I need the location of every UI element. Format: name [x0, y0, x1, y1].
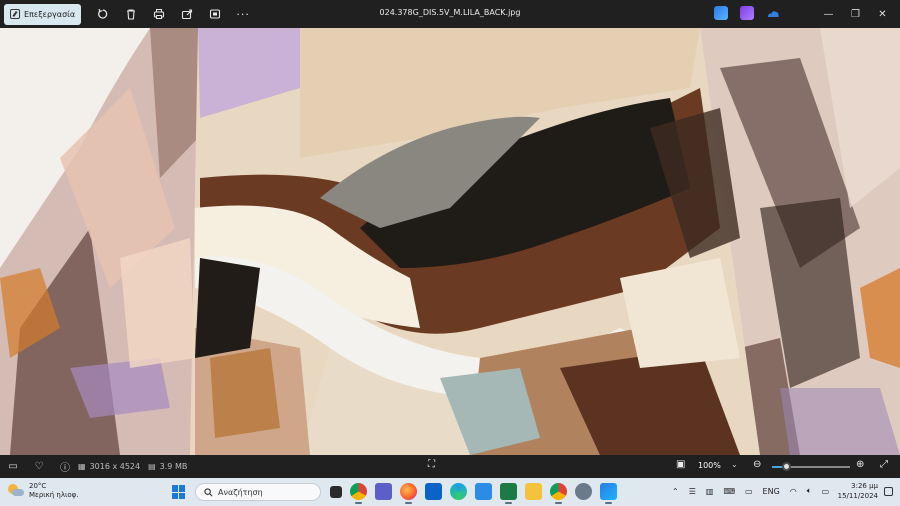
clipchamp-icon[interactable]	[740, 6, 754, 20]
photos-app-icon[interactable]	[600, 483, 617, 504]
share-icon[interactable]	[173, 0, 201, 28]
file-size: ▤ 3.9 MB	[148, 462, 187, 471]
taskbar-apps	[330, 483, 617, 504]
file-size-icon: ▤	[148, 462, 156, 471]
time: 3:26 μμ	[851, 482, 878, 490]
teams-icon[interactable]	[375, 483, 392, 500]
excel-icon[interactable]	[500, 483, 517, 504]
favorite-icon[interactable]: ♡	[26, 455, 52, 478]
device-icon[interactable]: ▥	[706, 487, 714, 496]
slideshow-icon[interactable]	[201, 0, 229, 28]
search-placeholder: Αναζήτηση	[218, 487, 263, 497]
onedrive-icon[interactable]	[766, 6, 780, 20]
image-dimensions: ▦ 3016 x 4524	[78, 462, 140, 471]
minimize-button[interactable]: —	[815, 0, 842, 28]
battery-icon[interactable]: ▭	[822, 487, 830, 496]
info-icon[interactable]: ⓘ	[52, 455, 78, 478]
wifi-icon[interactable]: ◠	[790, 487, 797, 496]
chrome-profile-icon[interactable]	[550, 483, 567, 504]
file-size-label: 3.9 MB	[159, 462, 188, 471]
delete-icon[interactable]	[117, 0, 145, 28]
firefox-icon[interactable]	[400, 483, 417, 504]
display-icon[interactable]: ▭	[745, 487, 753, 496]
windows-start-icon[interactable]	[172, 485, 186, 499]
notification-icon[interactable]	[884, 487, 893, 496]
system-tray: ⌃ ☰ ▥ ⌨ ▭ ENG ◠ 🔈︎ ▭	[672, 486, 829, 496]
taskbar: 20°C Μερική ηλιοφ. Αναζήτηση ⌃ ☰ ▥ ⌨ ▭ E…	[0, 478, 900, 506]
partly-sunny-icon	[8, 483, 24, 499]
file-explorer-icon[interactable]	[525, 483, 542, 500]
temperature: 20°C	[29, 482, 47, 490]
weather-condition: Μερική ηλιοφ.	[29, 491, 79, 499]
clock[interactable]: 3:26 μμ 15/11/2024	[834, 481, 878, 501]
photos-app-window: Επεξεργασία ··· 024.378G_DIS.5V_M.LILA_B…	[0, 0, 900, 506]
editor-app-icon[interactable]	[714, 6, 728, 20]
weather-widget[interactable]: 20°C Μερική ηλιοφ.	[8, 482, 79, 500]
window-title: 024.378G_DIS.5V_M.LILA_BACK.jpg	[379, 8, 521, 17]
zoom-slider[interactable]	[772, 462, 850, 471]
image-canvas[interactable]	[0, 28, 900, 455]
dimensions-label: 3016 x 4524	[89, 462, 141, 471]
zoom-in-icon[interactable]: ⊕	[856, 459, 864, 470]
more-icon[interactable]: ···	[229, 0, 257, 28]
keyboard-icon[interactable]: ⌨	[723, 487, 735, 496]
center-view-icon[interactable]: ⛶	[428, 459, 435, 470]
fullscreen-icon[interactable]: ⤢	[880, 459, 888, 470]
print-icon[interactable]	[145, 0, 173, 28]
close-button[interactable]: ✕	[869, 0, 896, 28]
edit-icon	[10, 9, 20, 19]
fit-to-window-icon[interactable]: ▣	[676, 459, 685, 470]
language-indicator[interactable]: ENG	[763, 487, 780, 496]
rotate-icon[interactable]	[89, 0, 117, 28]
store-icon[interactable]	[475, 483, 492, 500]
zoom-slider-handle[interactable]	[782, 462, 792, 471]
edge-icon[interactable]	[450, 483, 467, 500]
chrome-icon[interactable]	[350, 483, 367, 504]
zoom-level[interactable]: 100%	[698, 461, 721, 470]
outlook-icon[interactable]	[425, 483, 442, 500]
dimensions-icon: ▦	[78, 462, 86, 471]
search-icon	[204, 487, 213, 496]
chevron-down-icon[interactable]: ⌄	[731, 460, 738, 469]
restore-button[interactable]: ❐	[842, 0, 869, 28]
settings-icon[interactable]	[575, 483, 592, 500]
task-view-icon[interactable]	[330, 486, 342, 498]
volume-icon[interactable]: 🔈︎	[807, 486, 812, 496]
sliders-icon[interactable]: ☰	[689, 487, 696, 496]
status-bar: ▭ ♡ ⓘ ▦ 3016 x 4524 ▤ 3.9 MB ⛶ ▣ 100% ⌄ …	[0, 455, 900, 478]
title-bar-apps	[714, 6, 780, 20]
window-controls: — ❐ ✕	[815, 0, 896, 28]
top-toolbar: Επεξεργασία ··· 024.378G_DIS.5V_M.LILA_B…	[0, 0, 900, 28]
filmstrip-icon[interactable]: ▭	[0, 455, 26, 478]
chevron-up-icon[interactable]: ⌃	[672, 487, 679, 496]
edit-button-label: Επεξεργασία	[24, 9, 76, 19]
edit-button[interactable]: Επεξεργασία	[4, 3, 82, 25]
date: 15/11/2024	[837, 492, 878, 500]
taskbar-search[interactable]: Αναζήτηση	[195, 483, 321, 501]
more-label: ···	[236, 7, 250, 21]
photo-image	[0, 28, 900, 455]
zoom-out-icon[interactable]: ⊖	[753, 459, 761, 470]
